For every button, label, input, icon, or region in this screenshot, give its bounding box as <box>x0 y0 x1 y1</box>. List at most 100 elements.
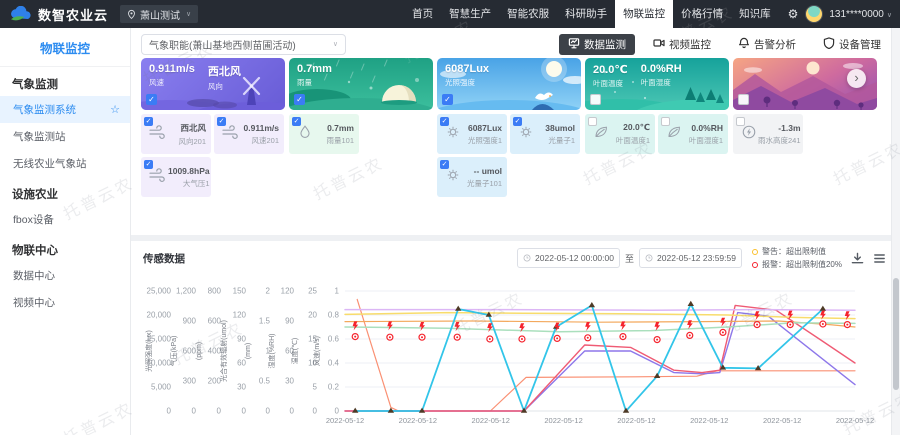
avatar[interactable] <box>805 5 823 23</box>
toolbar-button-label: 视频监控 <box>669 37 711 52</box>
svg-text:1: 1 <box>335 287 340 296</box>
chip-label: 大气压1 <box>168 178 210 189</box>
location-select[interactable]: 萧山测试 ∨ <box>120 5 198 23</box>
sidebar-item-0-2[interactable]: 无线农业气象站 <box>0 150 130 177</box>
svg-text:风速(m/s): 风速(m/s) <box>313 336 321 366</box>
sun-icon <box>444 124 462 145</box>
nav-item-4[interactable]: 物联监控 <box>615 0 673 28</box>
sun-icon <box>517 124 535 145</box>
weather-card-3[interactable]: 20.0℃叶面温度0.0%RH叶面湿度 <box>585 58 729 110</box>
sensor-chip[interactable]: ✓6087Lux光照强度1 <box>437 114 507 154</box>
chip-label: 光量子1 <box>545 135 575 146</box>
device-select[interactable]: 气象职能(萧山基地西侧苗圃活动) ∨ <box>141 34 346 55</box>
chip-checkbox[interactable]: ✓ <box>513 117 522 126</box>
sidebar-item-2-1[interactable]: 视频中心 <box>0 289 130 316</box>
chip-column-1: ✓0.7mm雨量101 <box>289 114 433 197</box>
sidebar-item-label: 数据中心 <box>13 268 55 283</box>
chevron-down-icon: ∨ <box>887 12 892 19</box>
nav-item-3[interactable]: 科研助手 <box>557 0 615 28</box>
sensor-chip[interactable]: ✓0.7mm雨量101 <box>289 114 359 154</box>
toolbar-button-3[interactable]: 设备管理 <box>814 34 890 55</box>
scrollbar-track[interactable] <box>891 28 900 435</box>
sidebar-item-0-0[interactable]: 气象监测系统☆ <box>0 96 130 123</box>
card-checkbox[interactable] <box>738 94 749 105</box>
toolbar-buttons: 数据监测 视频监控 告警分析设备管理 <box>559 34 890 55</box>
nav-item-1[interactable]: 智慧生产 <box>441 0 499 28</box>
legend-label: 报警：超出限制值20% <box>762 259 842 270</box>
svg-text:0.5: 0.5 <box>259 377 271 386</box>
chip-label: 光量子101 <box>467 178 502 189</box>
sensor-chip[interactable]: 0.0%RH叶面湿度1 <box>658 114 728 154</box>
svg-text:400: 400 <box>208 347 222 356</box>
weather-card-0[interactable]: 0.911m/s风速西北风风向✓ <box>141 58 285 110</box>
sensor-chip[interactable]: ✓1009.8hPa大气压1 <box>141 157 211 197</box>
star-icon[interactable]: ☆ <box>110 103 120 116</box>
toolbar-row: 气象职能(萧山基地西侧苗圃活动) ∨ 数据监测 视频监控 告警分析设备管理 <box>141 33 890 55</box>
weather-card-1[interactable]: 0.7mm雨量✓ <box>289 58 433 110</box>
toolbar-button-0[interactable]: 数据监测 <box>559 34 635 55</box>
date-from-input[interactable]: 2022-05-12 00:00:00 <box>517 248 620 268</box>
chip-label: 风速201 <box>244 135 279 146</box>
nav-item-0[interactable]: 首页 <box>404 0 441 28</box>
sensor-chips: ✓西北风风向201✓0.911m/s风速201✓1009.8hPa大气压1✓0.… <box>141 114 877 197</box>
toolbar-button-1[interactable]: 视频监控 <box>644 34 720 55</box>
svg-text:600: 600 <box>183 347 197 356</box>
legend-row: 报警：超出限制值20% <box>752 259 842 270</box>
list-menu-icon[interactable] <box>873 252 886 265</box>
sensor-chip[interactable]: ✓-- umol光量子101 <box>437 157 507 197</box>
card-checkbox[interactable]: ✓ <box>294 94 305 105</box>
download-icon[interactable] <box>851 252 864 265</box>
svg-text:2022-05-12: 2022-05-12 <box>690 416 728 425</box>
toolbar-button-2[interactable]: 告警分析 <box>729 34 805 55</box>
monitor-icon <box>568 37 580 52</box>
svg-text:5,000: 5,000 <box>151 383 172 392</box>
legend-dot <box>752 249 758 255</box>
sensor-chip[interactable]: ✓西北风风向201 <box>141 114 211 154</box>
chip-checkbox[interactable] <box>588 117 597 126</box>
gear-icon[interactable]: ⚙ <box>788 7 799 21</box>
chip-value: 0.7mm <box>326 123 354 133</box>
device-select-value: 气象职能(萧山基地西侧苗圃活动) <box>149 37 296 52</box>
scrollbar-thumb[interactable] <box>893 278 899 390</box>
chip-checkbox[interactable]: ✓ <box>217 117 226 126</box>
date-to-input[interactable]: 2022-05-12 23:59:59 <box>639 248 742 268</box>
svg-text:2022-05-12: 2022-05-12 <box>544 416 582 425</box>
sidebar-group-header: 设施农业 <box>0 177 130 206</box>
svg-text:2022-05-12: 2022-05-12 <box>399 416 437 425</box>
chip-checkbox[interactable]: ✓ <box>292 117 301 126</box>
nav-item-6[interactable]: 知识库 <box>731 0 779 28</box>
weather-card-2[interactable]: 6087Lux光照强度✓ <box>437 58 581 110</box>
sensor-chip[interactable]: ✓38umol光量子1 <box>510 114 580 154</box>
chip-checkbox[interactable]: ✓ <box>440 160 449 169</box>
card-label: 光照强度 <box>445 77 489 88</box>
svg-text:30: 30 <box>285 377 294 386</box>
sidebar-item-1-0[interactable]: fbox设备 <box>0 206 130 233</box>
sensor-panel-title: 传感数据 <box>143 251 185 266</box>
sidebar-item-0-1[interactable]: 气象监测站 <box>0 123 130 150</box>
chip-checkbox[interactable]: ✓ <box>144 117 153 126</box>
card-value: 西北风 <box>208 63 241 79</box>
chip-checkbox[interactable] <box>661 117 670 126</box>
card-label: 风向 <box>208 81 241 92</box>
chip-value: 20.0℃ <box>616 122 650 133</box>
sensor-chip[interactable]: 20.0℃叶面温度1 <box>585 114 655 154</box>
chip-checkbox[interactable]: ✓ <box>440 117 449 126</box>
leaf-icon <box>665 124 683 145</box>
card-checkbox[interactable]: ✓ <box>146 94 157 105</box>
sensor-chip[interactable]: ✓0.911m/s风速201 <box>214 114 284 154</box>
carousel-next-button[interactable]: › <box>847 69 866 88</box>
card-checkbox[interactable]: ✓ <box>442 94 453 105</box>
chip-checkbox[interactable]: ✓ <box>144 160 153 169</box>
svg-text:2022-05-12: 2022-05-12 <box>617 416 655 425</box>
sensor-chip[interactable]: -1.3m雨水高度241 <box>733 114 803 154</box>
sidebar-item-2-0[interactable]: 数据中心 <box>0 262 130 289</box>
card-checkbox[interactable] <box>590 94 601 105</box>
nav-item-2[interactable]: 智能农服 <box>499 0 557 28</box>
legend-label: 警告：超出限制值 <box>762 246 826 257</box>
svg-text:0: 0 <box>167 407 172 416</box>
chip-checkbox[interactable] <box>736 117 745 126</box>
card-value: 0.7mm <box>297 63 332 75</box>
user-menu[interactable]: 131****0000∨ <box>829 9 892 20</box>
monitor-panel: 气象职能(萧山基地西侧苗圃活动) ∨ 数据监测视频监控告警分析设备管理 0.91… <box>130 28 900 235</box>
nav-item-5[interactable]: 价格行情 <box>673 0 731 28</box>
